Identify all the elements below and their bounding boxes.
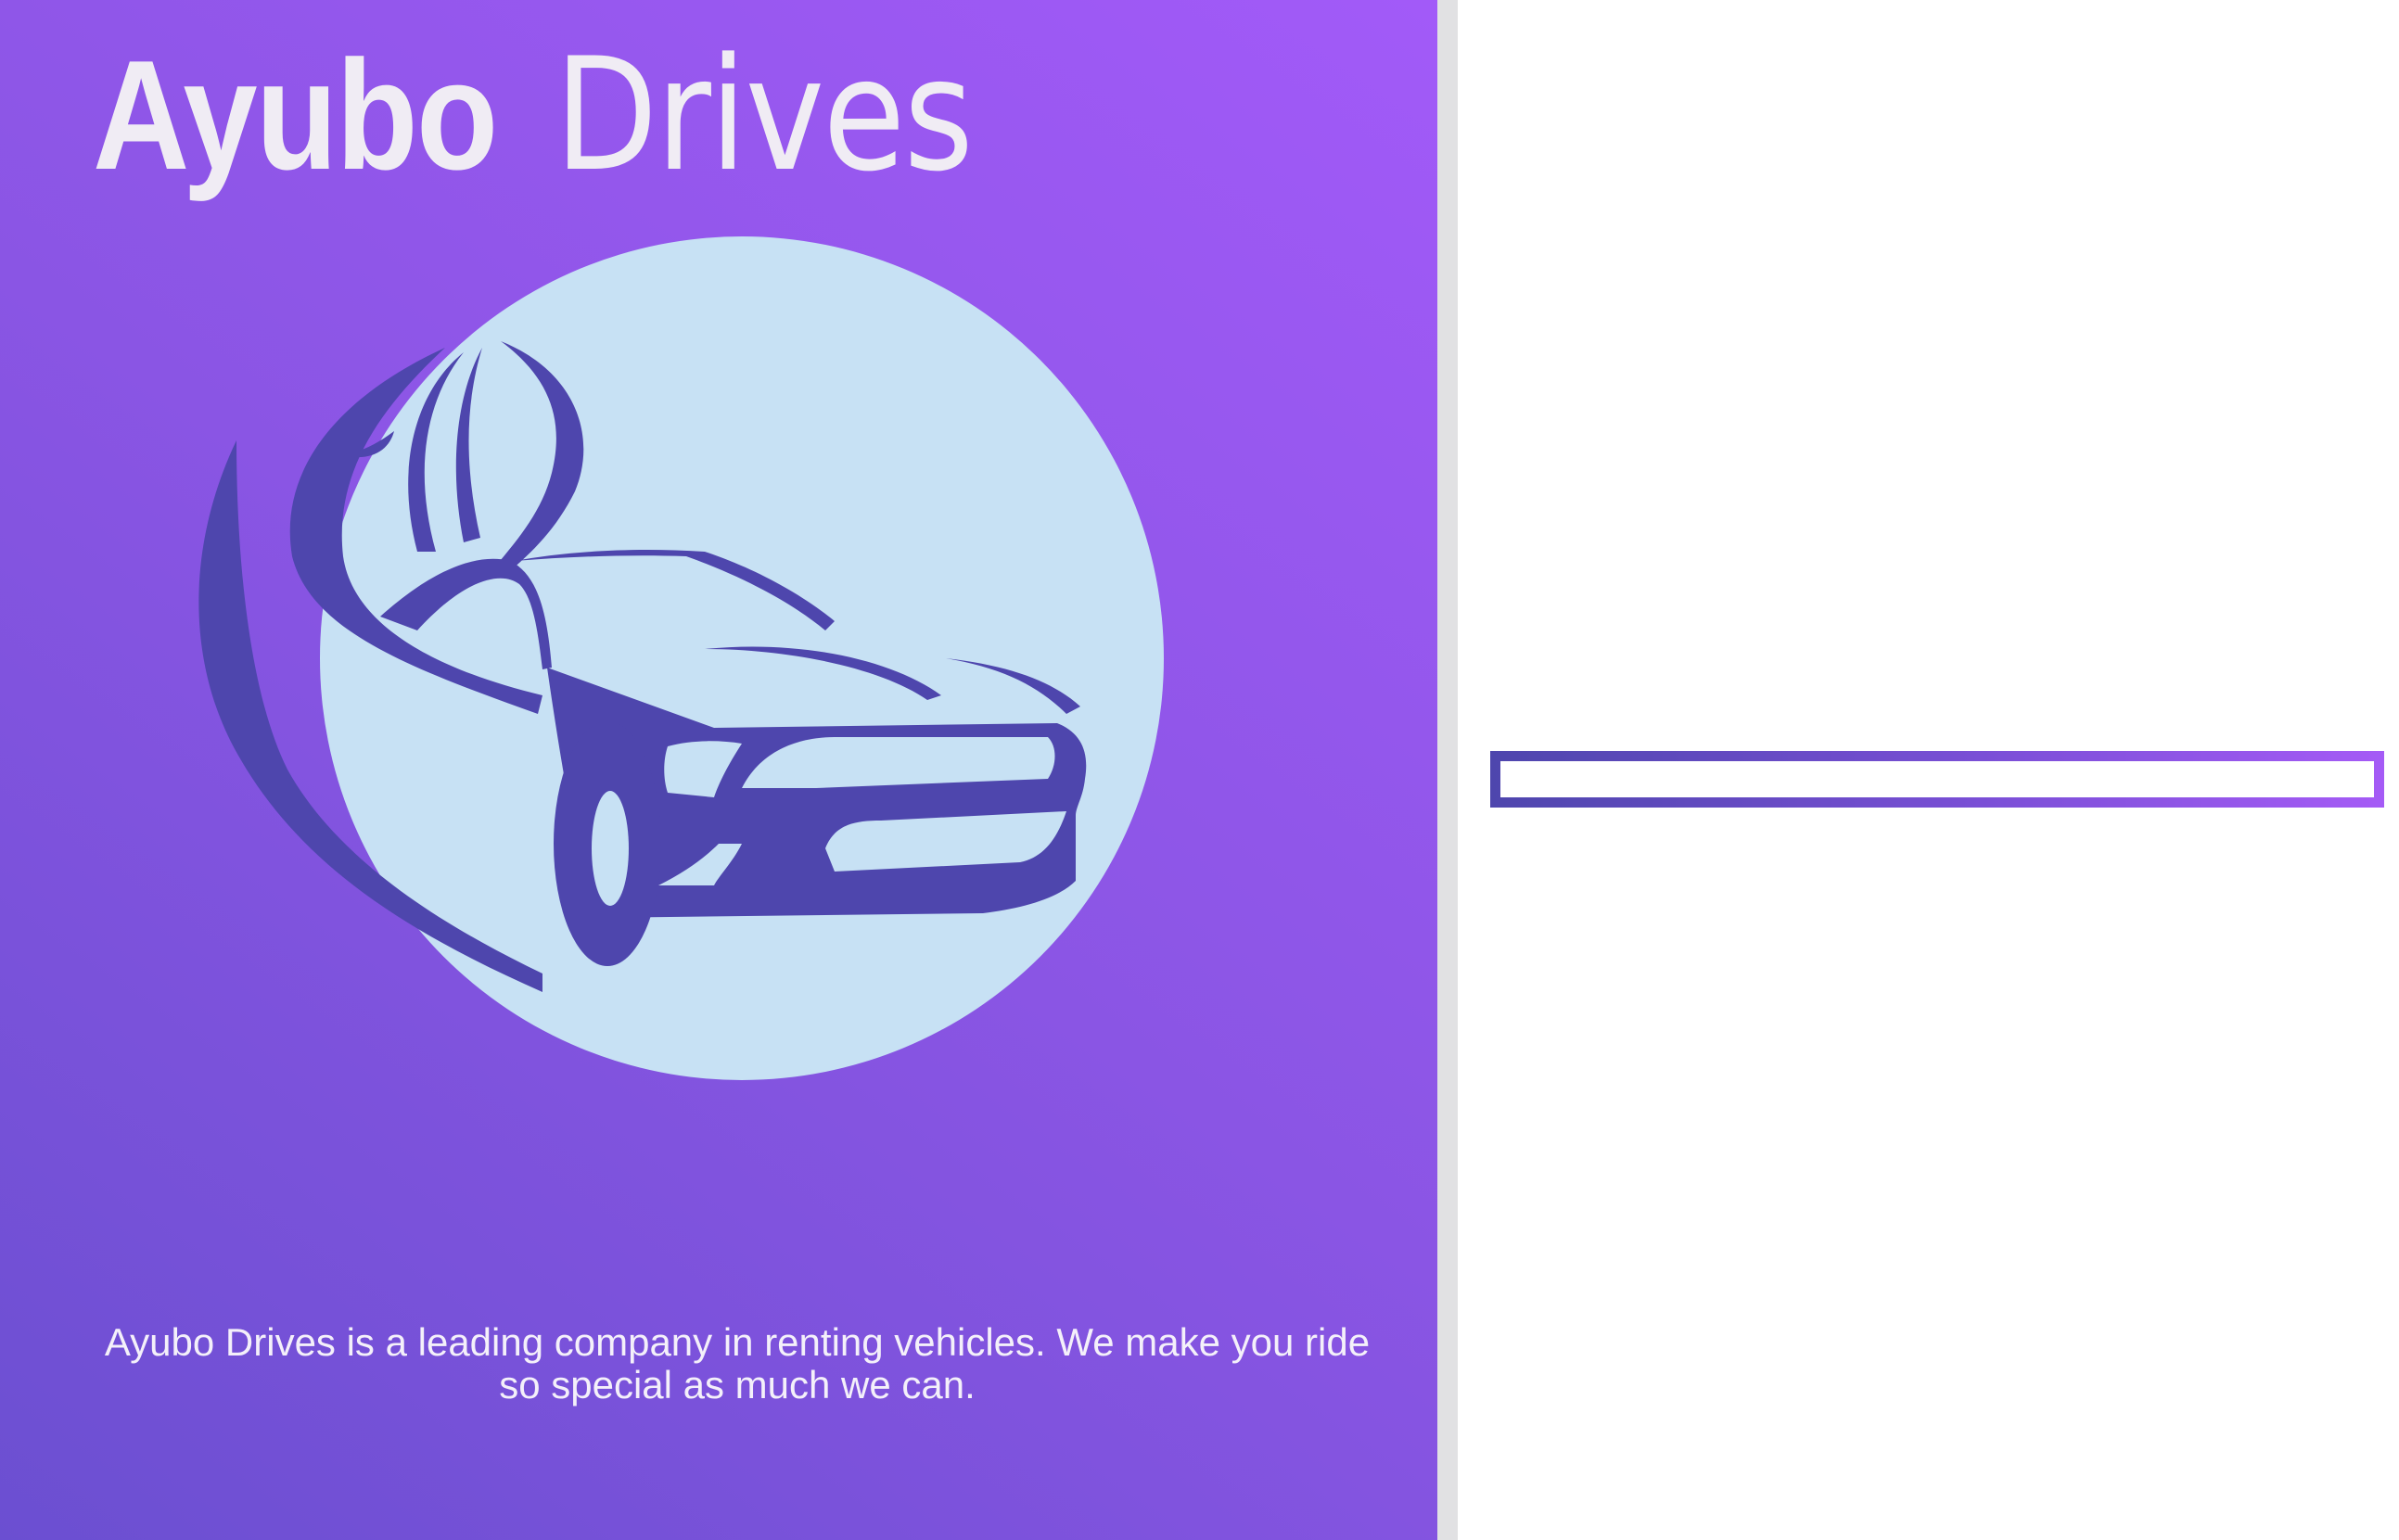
splash-panel: Ayubo Drives Ayubo Drives is a leading co… bbox=[0, 0, 1437, 1540]
car-icon bbox=[198, 236, 1164, 1080]
loading-progress-fill bbox=[1500, 761, 2374, 797]
brand-name-light: Drives bbox=[555, 24, 974, 206]
logo-car-wheel-inner bbox=[592, 791, 629, 906]
brand-title: Ayubo Drives bbox=[93, 37, 1040, 193]
loading-progress-bar bbox=[1490, 751, 2384, 808]
logo-circle bbox=[320, 236, 1164, 1080]
tagline: Ayubo Drives is a leading company in ren… bbox=[104, 1320, 1371, 1407]
panel-divider bbox=[1437, 0, 1458, 1540]
brand-name-bold: Ayubo bbox=[93, 28, 498, 202]
